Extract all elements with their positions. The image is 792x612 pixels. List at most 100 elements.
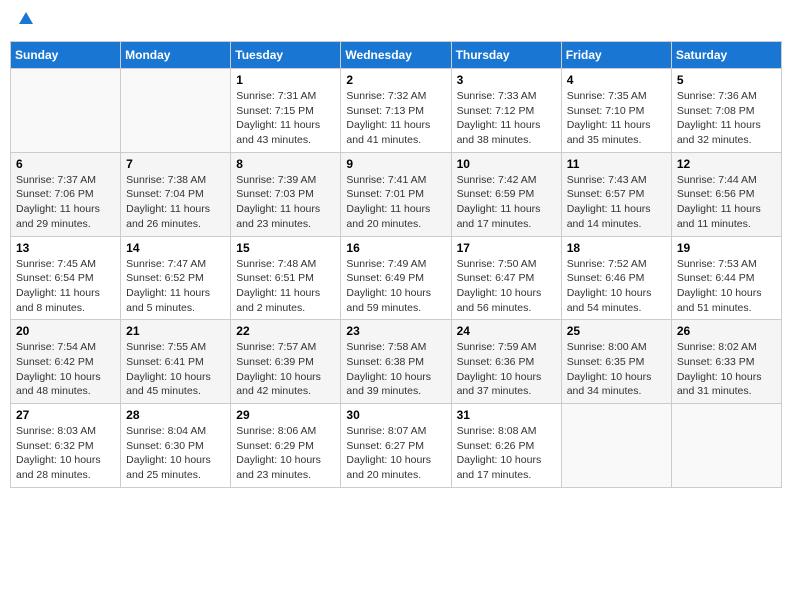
day-info: Sunrise: 7:49 AMSunset: 6:49 PMDaylight:…	[346, 257, 445, 316]
calendar-cell: 7 Sunrise: 7:38 AMSunset: 7:04 PMDaylight…	[121, 152, 231, 236]
calendar-cell: 3 Sunrise: 7:33 AMSunset: 7:12 PMDaylight…	[451, 69, 561, 153]
day-number: 3	[457, 73, 556, 87]
day-number: 26	[677, 324, 776, 338]
calendar-cell: 26 Sunrise: 8:02 AMSunset: 6:33 PMDayligh…	[671, 320, 781, 404]
day-info: Sunrise: 7:52 AMSunset: 6:46 PMDaylight:…	[567, 257, 666, 316]
day-number: 25	[567, 324, 666, 338]
page-header	[10, 10, 782, 33]
week-row-0: 1 Sunrise: 7:31 AMSunset: 7:15 PMDaylight…	[11, 69, 782, 153]
calendar-cell: 8 Sunrise: 7:39 AMSunset: 7:03 PMDaylight…	[231, 152, 341, 236]
day-info: Sunrise: 7:47 AMSunset: 6:52 PMDaylight:…	[126, 257, 225, 316]
calendar-cell: 14 Sunrise: 7:47 AMSunset: 6:52 PMDayligh…	[121, 236, 231, 320]
day-info: Sunrise: 7:53 AMSunset: 6:44 PMDaylight:…	[677, 257, 776, 316]
calendar-cell: 6 Sunrise: 7:37 AMSunset: 7:06 PMDaylight…	[11, 152, 121, 236]
col-thursday: Thursday	[451, 42, 561, 69]
logo-icon	[17, 10, 35, 33]
col-monday: Monday	[121, 42, 231, 69]
week-row-1: 6 Sunrise: 7:37 AMSunset: 7:06 PMDaylight…	[11, 152, 782, 236]
day-info: Sunrise: 7:38 AMSunset: 7:04 PMDaylight:…	[126, 173, 225, 232]
calendar-cell	[671, 404, 781, 488]
day-number: 5	[677, 73, 776, 87]
day-number: 28	[126, 408, 225, 422]
day-number: 8	[236, 157, 335, 171]
day-number: 15	[236, 241, 335, 255]
day-info: Sunrise: 7:59 AMSunset: 6:36 PMDaylight:…	[457, 340, 556, 399]
day-number: 31	[457, 408, 556, 422]
day-number: 11	[567, 157, 666, 171]
calendar-cell: 23 Sunrise: 7:58 AMSunset: 6:38 PMDayligh…	[341, 320, 451, 404]
calendar-cell: 28 Sunrise: 8:04 AMSunset: 6:30 PMDayligh…	[121, 404, 231, 488]
day-number: 6	[16, 157, 115, 171]
day-number: 21	[126, 324, 225, 338]
day-info: Sunrise: 8:08 AMSunset: 6:26 PMDaylight:…	[457, 424, 556, 483]
day-number: 14	[126, 241, 225, 255]
calendar-cell: 17 Sunrise: 7:50 AMSunset: 6:47 PMDayligh…	[451, 236, 561, 320]
calendar-cell: 18Sunrise: 7:52 AMSunset: 6:46 PMDayligh…	[561, 236, 671, 320]
day-info: Sunrise: 8:06 AMSunset: 6:29 PMDaylight:…	[236, 424, 335, 483]
col-saturday: Saturday	[671, 42, 781, 69]
day-number: 1	[236, 73, 335, 87]
calendar-cell: 27 Sunrise: 8:03 AMSunset: 6:32 PMDayligh…	[11, 404, 121, 488]
calendar-cell: 10 Sunrise: 7:42 AMSunset: 6:59 PMDayligh…	[451, 152, 561, 236]
calendar-table: Sunday Monday Tuesday Wednesday Thursday…	[10, 41, 782, 488]
col-friday: Friday	[561, 42, 671, 69]
week-row-2: 13 Sunrise: 7:45 AMSunset: 6:54 PMDayligh…	[11, 236, 782, 320]
day-info: Sunrise: 7:42 AMSunset: 6:59 PMDaylight:…	[457, 173, 556, 232]
day-number: 7	[126, 157, 225, 171]
calendar-cell: 4 Sunrise: 7:35 AMSunset: 7:10 PMDaylight…	[561, 69, 671, 153]
calendar-cell: 5Sunrise: 7:36 AMSunset: 7:08 PMDaylight…	[671, 69, 781, 153]
calendar-cell: 30Sunrise: 8:07 AMSunset: 6:27 PMDayligh…	[341, 404, 451, 488]
calendar-cell: 19Sunrise: 7:53 AMSunset: 6:44 PMDayligh…	[671, 236, 781, 320]
day-info: Sunrise: 8:04 AMSunset: 6:30 PMDaylight:…	[126, 424, 225, 483]
day-info: Sunrise: 7:48 AMSunset: 6:51 PMDaylight:…	[236, 257, 335, 316]
day-number: 13	[16, 241, 115, 255]
day-info: Sunrise: 7:41 AMSunset: 7:01 PMDaylight:…	[346, 173, 445, 232]
day-number: 4	[567, 73, 666, 87]
calendar-cell: 12 Sunrise: 7:44 AMSunset: 6:56 PMDayligh…	[671, 152, 781, 236]
day-number: 10	[457, 157, 556, 171]
day-info: Sunrise: 7:44 AMSunset: 6:56 PMDaylight:…	[677, 173, 776, 232]
day-info: Sunrise: 7:57 AMSunset: 6:39 PMDaylight:…	[236, 340, 335, 399]
day-info: Sunrise: 7:58 AMSunset: 6:38 PMDaylight:…	[346, 340, 445, 399]
day-info: Sunrise: 7:35 AMSunset: 7:10 PMDaylight:…	[567, 89, 666, 148]
col-sunday: Sunday	[11, 42, 121, 69]
day-info: Sunrise: 7:50 AMSunset: 6:47 PMDaylight:…	[457, 257, 556, 316]
calendar-cell: 15 Sunrise: 7:48 AMSunset: 6:51 PMDayligh…	[231, 236, 341, 320]
day-info: Sunrise: 7:45 AMSunset: 6:54 PMDaylight:…	[16, 257, 115, 316]
day-number: 9	[346, 157, 445, 171]
logo	[14, 10, 35, 33]
day-number: 12	[677, 157, 776, 171]
day-number: 29	[236, 408, 335, 422]
day-number: 22	[236, 324, 335, 338]
day-info: Sunrise: 8:00 AMSunset: 6:35 PMDaylight:…	[567, 340, 666, 399]
col-wednesday: Wednesday	[341, 42, 451, 69]
calendar-cell: 16Sunrise: 7:49 AMSunset: 6:49 PMDayligh…	[341, 236, 451, 320]
calendar-cell: 11Sunrise: 7:43 AMSunset: 6:57 PMDayligh…	[561, 152, 671, 236]
day-info: Sunrise: 7:55 AMSunset: 6:41 PMDaylight:…	[126, 340, 225, 399]
calendar-cell: 29 Sunrise: 8:06 AMSunset: 6:29 PMDayligh…	[231, 404, 341, 488]
calendar-cell: 24Sunrise: 7:59 AMSunset: 6:36 PMDayligh…	[451, 320, 561, 404]
day-info: Sunrise: 7:33 AMSunset: 7:12 PMDaylight:…	[457, 89, 556, 148]
calendar-cell: 2Sunrise: 7:32 AMSunset: 7:13 PMDaylight…	[341, 69, 451, 153]
day-number: 23	[346, 324, 445, 338]
calendar-cell: 31 Sunrise: 8:08 AMSunset: 6:26 PMDayligh…	[451, 404, 561, 488]
calendar-cell: 13 Sunrise: 7:45 AMSunset: 6:54 PMDayligh…	[11, 236, 121, 320]
calendar-cell: 9 Sunrise: 7:41 AMSunset: 7:01 PMDaylight…	[341, 152, 451, 236]
day-info: Sunrise: 7:39 AMSunset: 7:03 PMDaylight:…	[236, 173, 335, 232]
calendar-cell	[561, 404, 671, 488]
day-info: Sunrise: 7:31 AMSunset: 7:15 PMDaylight:…	[236, 89, 335, 148]
header-row: Sunday Monday Tuesday Wednesday Thursday…	[11, 42, 782, 69]
calendar-cell: 21 Sunrise: 7:55 AMSunset: 6:41 PMDayligh…	[121, 320, 231, 404]
week-row-3: 20Sunrise: 7:54 AMSunset: 6:42 PMDayligh…	[11, 320, 782, 404]
calendar-body: 1 Sunrise: 7:31 AMSunset: 7:15 PMDaylight…	[11, 69, 782, 488]
col-tuesday: Tuesday	[231, 42, 341, 69]
day-number: 17	[457, 241, 556, 255]
day-info: Sunrise: 8:02 AMSunset: 6:33 PMDaylight:…	[677, 340, 776, 399]
calendar-cell: 25 Sunrise: 8:00 AMSunset: 6:35 PMDayligh…	[561, 320, 671, 404]
day-info: Sunrise: 7:37 AMSunset: 7:06 PMDaylight:…	[16, 173, 115, 232]
day-number: 20	[16, 324, 115, 338]
calendar-cell	[11, 69, 121, 153]
calendar-cell	[121, 69, 231, 153]
day-info: Sunrise: 8:03 AMSunset: 6:32 PMDaylight:…	[16, 424, 115, 483]
day-number: 27	[16, 408, 115, 422]
